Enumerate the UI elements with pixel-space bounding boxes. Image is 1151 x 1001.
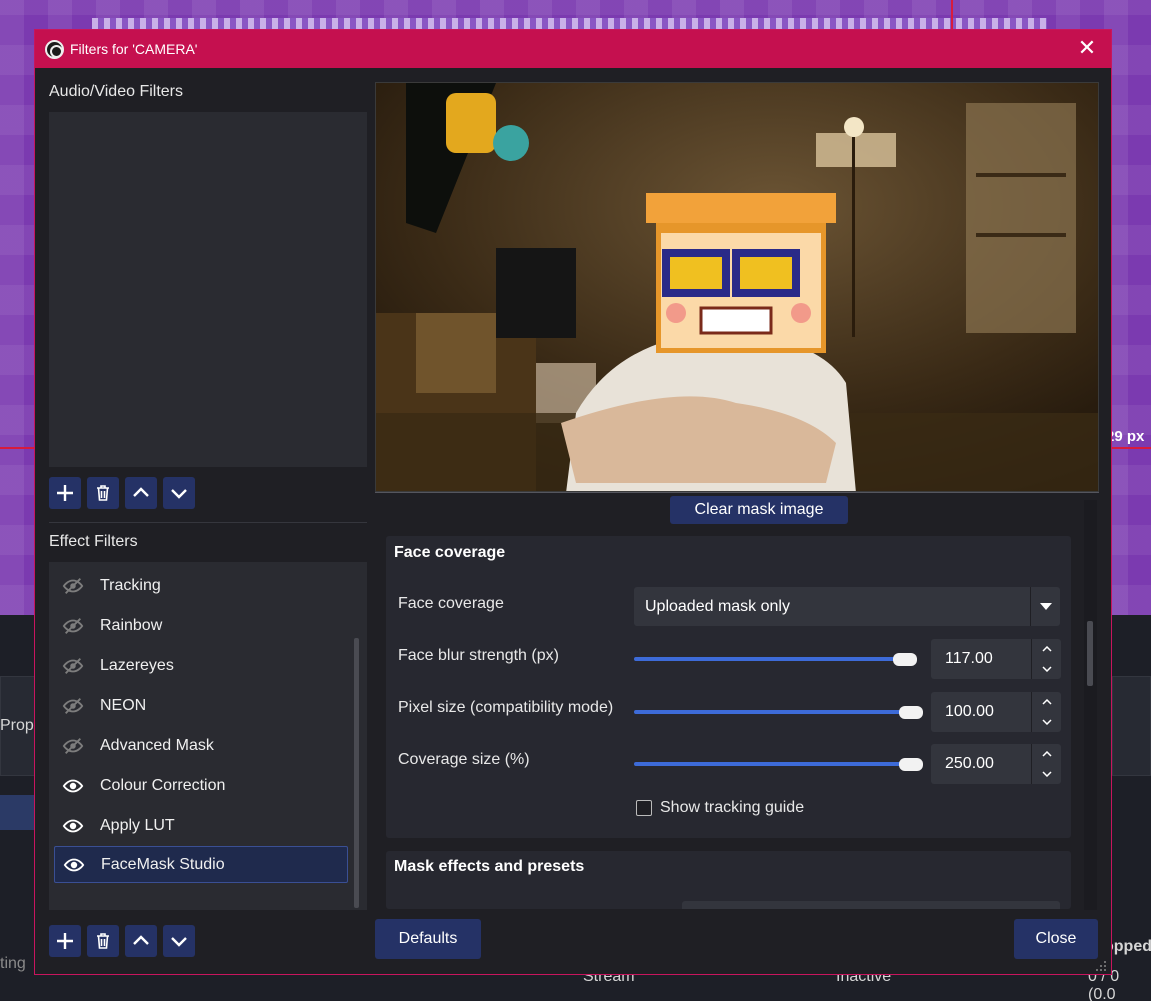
trash-icon: [97, 933, 109, 949]
face-blur-strength-slider-handle[interactable]: [893, 653, 917, 666]
eye-visible-icon[interactable]: [62, 775, 84, 797]
chevron-up-icon: [133, 935, 149, 945]
audio-video-filters-label: Audio/Video Filters: [49, 83, 183, 100]
audio-video-filter-list[interactable]: [49, 112, 367, 467]
mask-effects-select[interactable]: [682, 901, 1060, 909]
face-blur-strength-label: Face blur strength (px): [398, 647, 559, 664]
section-divider: [49, 522, 367, 523]
close-button[interactable]: Close: [1014, 919, 1098, 959]
dock-selected-row: [0, 795, 36, 830]
coverage-size-value[interactable]: 250.00: [945, 755, 994, 773]
dock-panel-right: [1112, 676, 1151, 776]
preview-divider: [375, 492, 1099, 493]
face-blur-strength-slider[interactable]: [634, 657, 916, 661]
eye-hidden-icon[interactable]: [62, 615, 84, 637]
obs-logo-icon: [45, 39, 64, 59]
effect-item-label: Advanced Mask: [100, 736, 214, 754]
stepper-up-icon[interactable]: [1032, 692, 1061, 712]
plus-icon: [57, 485, 73, 501]
effect-item-label: Rainbow: [100, 616, 163, 634]
trash-icon: [97, 485, 109, 501]
effect-item-lazereyes[interactable]: Lazereyes: [54, 647, 348, 684]
face-coverage-select[interactable]: Uploaded mask only: [634, 587, 1060, 626]
effect-item-neon[interactable]: NEON: [54, 687, 348, 724]
stepper-up-icon[interactable]: [1032, 639, 1061, 659]
effect-toolbar: [49, 925, 195, 957]
effect-item-facemask-studio[interactable]: FaceMask Studio: [54, 846, 348, 883]
show-tracking-guide-label: Show tracking guide: [660, 799, 805, 816]
face-blur-strength-stepper[interactable]: 117.00: [931, 639, 1061, 679]
effect-item-label: FaceMask Studio: [101, 855, 225, 873]
pixel-size-label: Pixel size (compatibility mode): [398, 699, 614, 716]
plus-icon: [57, 933, 73, 949]
effect-item-apply-lut[interactable]: Apply LUT: [54, 807, 348, 844]
stepper-down-icon[interactable]: [1032, 659, 1061, 679]
effect-item-label: NEON: [100, 696, 147, 714]
eye-visible-icon[interactable]: [62, 815, 84, 837]
camera-preview-image: [376, 83, 1098, 491]
effect-item-colour-correction[interactable]: Colour Correction: [54, 767, 348, 804]
coverage-size-slider-handle[interactable]: [899, 758, 923, 771]
audio-video-toolbar: [49, 477, 195, 509]
pixel-size-slider-handle[interactable]: [899, 706, 923, 719]
stepper-down-icon[interactable]: [1032, 764, 1061, 784]
defaults-button[interactable]: Defaults: [375, 919, 481, 959]
chevron-down-icon: [171, 489, 187, 499]
effect-item-label: Tracking: [100, 576, 161, 594]
resize-grip-icon[interactable]: [1095, 960, 1107, 972]
pixel-size-slider[interactable]: [634, 710, 916, 714]
move-effect-up-button[interactable]: [125, 925, 157, 957]
face-coverage-group-title: Face coverage: [394, 544, 506, 561]
effect-item-rainbow[interactable]: Rainbow: [54, 607, 348, 644]
eye-visible-icon[interactable]: [63, 854, 85, 876]
remove-filter-button[interactable]: [87, 477, 119, 509]
stepper-up-icon[interactable]: [1032, 744, 1061, 764]
dock-text-partial: ting: [0, 955, 26, 972]
effect-item-advanced-mask[interactable]: Advanced Mask: [54, 727, 348, 764]
chevron-up-icon: [133, 487, 149, 497]
face-coverage-label: Face coverage: [398, 595, 504, 612]
coverage-size-slider[interactable]: [634, 762, 916, 766]
chevron-down-icon: [171, 937, 187, 947]
pixel-size-stepper[interactable]: 100.00: [931, 692, 1061, 732]
eye-hidden-icon[interactable]: [62, 655, 84, 677]
eye-hidden-icon[interactable]: [62, 575, 84, 597]
pixel-size-value[interactable]: 100.00: [945, 703, 994, 721]
effect-filters-label: Effect Filters: [49, 533, 138, 550]
move-up-button[interactable]: [125, 477, 157, 509]
show-tracking-guide-row[interactable]: Show tracking guide: [636, 799, 804, 817]
move-effect-down-button[interactable]: [163, 925, 195, 957]
effect-item-label: Apply LUT: [100, 816, 175, 834]
effect-item-label: Lazereyes: [100, 656, 174, 674]
stepper-down-icon[interactable]: [1032, 712, 1061, 732]
mask-effects-group-title: Mask effects and presets: [394, 858, 585, 875]
properties-scrollbar[interactable]: [1087, 621, 1093, 686]
eye-hidden-icon[interactable]: [62, 695, 84, 717]
properties-scrollbar-track: [1084, 500, 1097, 910]
filter-preview: [375, 82, 1099, 492]
filters-dialog: Filters for 'CAMERA' ✕ Audio/Video Filte…: [34, 29, 1112, 975]
add-filter-button[interactable]: [49, 477, 81, 509]
dropdown-arrow-icon[interactable]: [1030, 587, 1060, 626]
effect-filter-list[interactable]: Tracking Rainbow Lazereyes NEON Advanced…: [49, 562, 367, 910]
eye-hidden-icon[interactable]: [62, 735, 84, 757]
close-icon[interactable]: ✕: [1077, 37, 1097, 59]
remove-effect-button[interactable]: [87, 925, 119, 957]
window-title: Filters for 'CAMERA': [70, 41, 198, 57]
mask-effects-group: Mask effects and presets: [386, 851, 1071, 909]
coverage-size-stepper[interactable]: 250.00: [931, 744, 1061, 784]
face-coverage-group: Face coverage Face coverage Uploaded mas…: [386, 536, 1071, 838]
title-bar[interactable]: Filters for 'CAMERA' ✕: [35, 30, 1111, 68]
effect-item-label: Colour Correction: [100, 776, 226, 794]
show-tracking-guide-checkbox[interactable]: [636, 800, 652, 816]
face-blur-strength-value[interactable]: 117.00: [945, 650, 993, 668]
move-down-button[interactable]: [163, 477, 195, 509]
clear-mask-image-button[interactable]: Clear mask image: [670, 496, 848, 524]
face-coverage-value: Uploaded mask only: [645, 597, 790, 615]
coverage-size-label: Coverage size (%): [398, 751, 530, 768]
effect-list-scrollbar[interactable]: [354, 638, 359, 908]
add-effect-button[interactable]: [49, 925, 81, 957]
effect-item-tracking[interactable]: Tracking: [54, 567, 348, 604]
